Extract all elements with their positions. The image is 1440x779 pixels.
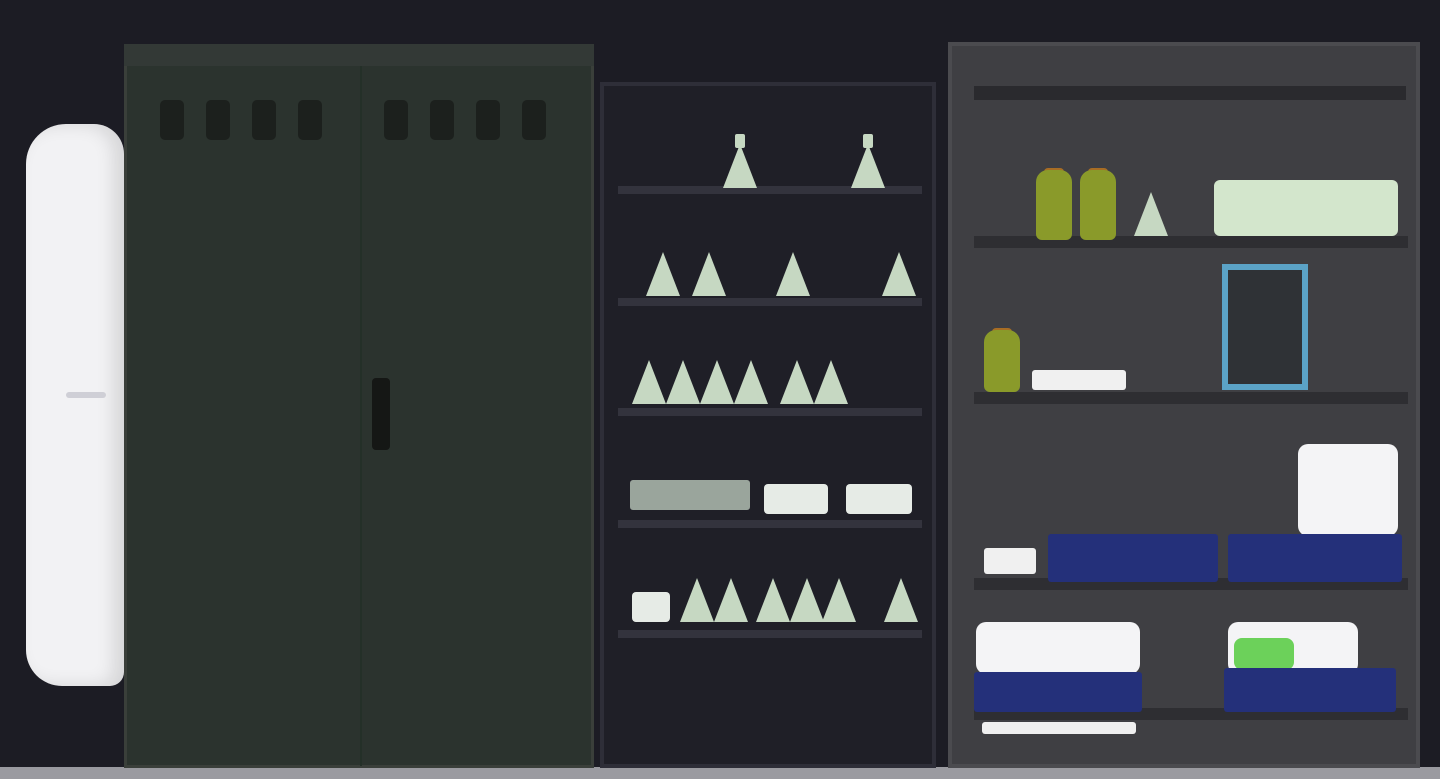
cabinet-vent <box>384 100 408 140</box>
reagent-bottle[interactable] <box>1080 170 1116 240</box>
cabinet-door-seam <box>360 66 362 766</box>
flask[interactable] <box>822 578 856 622</box>
bench-top-rail <box>974 86 1406 100</box>
flask[interactable] <box>780 360 814 404</box>
cabinet-vent <box>298 100 322 140</box>
flask[interactable] <box>692 252 726 296</box>
flask[interactable] <box>723 144 757 188</box>
green-screen <box>1234 638 1294 670</box>
blue-instrument[interactable] <box>1048 534 1218 582</box>
device-base <box>1224 668 1396 712</box>
flask[interactable] <box>790 578 824 622</box>
flask[interactable] <box>714 578 748 622</box>
cabinet-vent <box>206 100 230 140</box>
flask[interactable] <box>700 360 734 404</box>
cabinet-vent <box>430 100 454 140</box>
shelf-board <box>618 630 922 638</box>
lab-notebook[interactable] <box>984 548 1036 574</box>
sample-box[interactable] <box>1032 370 1126 390</box>
flask[interactable] <box>776 252 810 296</box>
cabinet-top <box>124 44 594 66</box>
bench-shelf <box>974 392 1408 404</box>
door[interactable] <box>26 124 124 686</box>
bottom-strip <box>0 767 1440 779</box>
reagent-bottle[interactable] <box>1036 170 1072 240</box>
shelf-board <box>618 408 922 416</box>
microscope[interactable] <box>1298 444 1398 536</box>
flask[interactable] <box>884 578 918 622</box>
shelf-board <box>618 298 922 306</box>
incubator-cabinet[interactable] <box>1222 264 1308 390</box>
shelf-board <box>618 520 922 528</box>
flask[interactable] <box>734 360 768 404</box>
cabinet-vent <box>522 100 546 140</box>
specimen-jars[interactable] <box>1214 180 1398 236</box>
flask[interactable] <box>666 360 700 404</box>
device-base <box>974 672 1142 712</box>
flask[interactable] <box>814 360 848 404</box>
blue-instrument[interactable] <box>1228 534 1402 582</box>
cabinet-vent <box>476 100 500 140</box>
beaker[interactable] <box>632 592 670 622</box>
petri-tray[interactable] <box>846 484 912 514</box>
cabinet-vent <box>160 100 184 140</box>
flask[interactable] <box>882 252 916 296</box>
door-handle[interactable] <box>66 392 106 398</box>
cabinet-vent <box>252 100 276 140</box>
petri-tray[interactable] <box>764 484 828 514</box>
green-cabinet[interactable] <box>124 44 594 768</box>
test-tube-rack[interactable] <box>630 480 750 510</box>
flask[interactable] <box>680 578 714 622</box>
reagent-bottle[interactable] <box>984 330 1020 392</box>
flask[interactable] <box>756 578 790 622</box>
glassware-shelf[interactable] <box>600 82 936 768</box>
cable-tray <box>982 722 1136 734</box>
flask[interactable] <box>632 360 666 404</box>
cabinet-handle[interactable] <box>372 378 390 450</box>
flask[interactable] <box>646 252 680 296</box>
flask[interactable] <box>851 144 885 188</box>
analyzer-device[interactable] <box>976 622 1140 674</box>
flask[interactable] <box>1134 192 1168 236</box>
